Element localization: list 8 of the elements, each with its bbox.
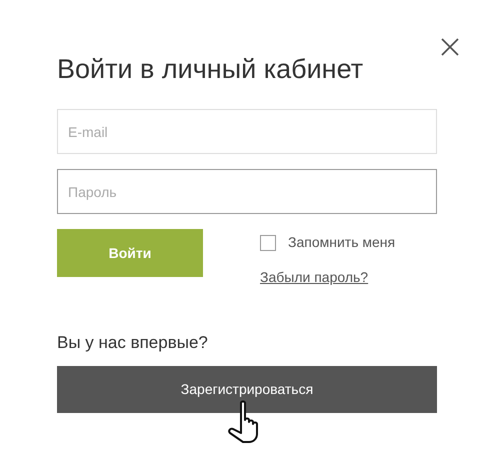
register-button[interactable]: Зарегистрироваться — [57, 366, 437, 412]
checkbox-label: Запомнить меня — [288, 233, 396, 252]
dialog-title: Войти в личный кабинет — [57, 53, 364, 86]
forgot-password-link[interactable]: Забыли пароль? — [260, 267, 396, 288]
input-field[interactable]: Пароль — [57, 169, 437, 214]
checkbox[interactable] — [260, 234, 276, 250]
close-icon[interactable] — [441, 38, 459, 56]
new-user-text: Вы у нас впервые? — [57, 332, 209, 354]
